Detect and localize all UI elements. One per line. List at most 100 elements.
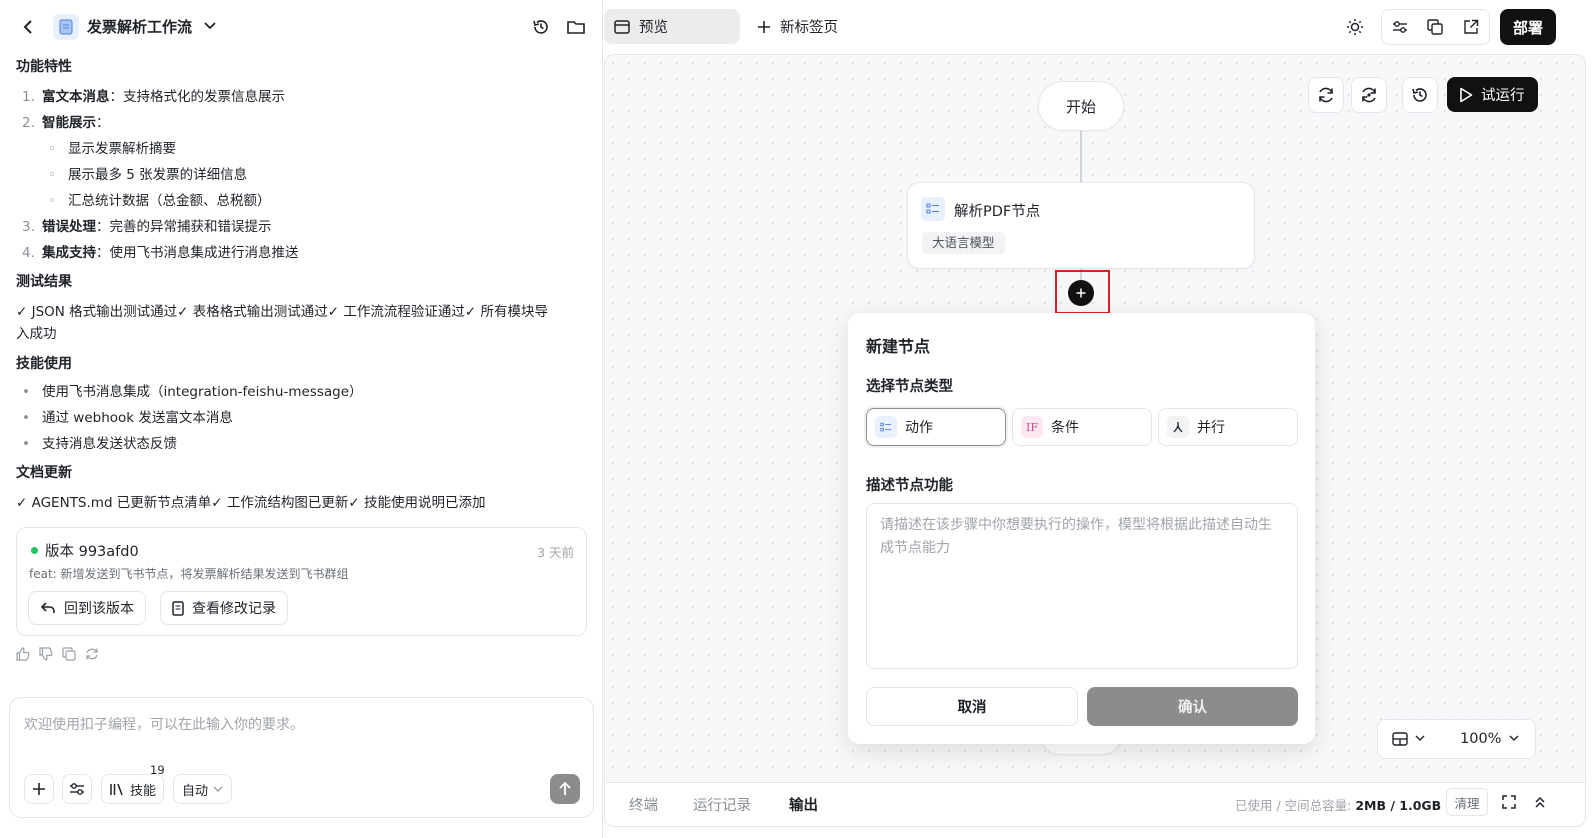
version-time: 3 天前: [537, 545, 574, 560]
status-dot: [31, 547, 38, 554]
test-result-cont: 入成功: [16, 326, 57, 342]
collapse-up-icon[interactable]: [1534, 795, 1546, 809]
copy-icon[interactable]: [62, 645, 76, 663]
type-condition-button[interactable]: IF 条件: [1012, 408, 1152, 446]
sync-icon: [1360, 86, 1378, 104]
list-icon: [921, 197, 945, 221]
sliders-icon[interactable]: [1392, 20, 1408, 34]
zoom-level[interactable]: 100%: [1460, 731, 1501, 747]
send-button[interactable]: [550, 774, 580, 804]
feature-item: 3. 错误处理：完善的异常捕获和错误提示: [22, 219, 272, 235]
back-icon[interactable]: [18, 17, 38, 37]
browser-window-icon: [614, 19, 630, 34]
skill-item: • 使用飞书消息集成（integration-feishu-message）: [22, 384, 363, 400]
clear-button[interactable]: 清理: [1446, 788, 1488, 816]
feature-item: 2. 智能展示：: [22, 115, 110, 131]
external-link-icon[interactable]: [1463, 19, 1479, 35]
list-icon: [875, 416, 897, 438]
tab-run-log[interactable]: 运行记录: [693, 794, 751, 815]
version-desc: feat: 新增发送到飞书节点，将发票解析结果发送到飞书群组: [29, 567, 349, 581]
layout-icon[interactable]: [1392, 732, 1408, 746]
skills-heading: 技能使用: [16, 356, 72, 372]
chevron-down-icon: [213, 786, 223, 792]
desc-label: 描述节点功能: [866, 478, 953, 494]
type-action-button[interactable]: 动作: [866, 408, 1006, 446]
version-card: 版本 993afd0 3 天前 feat: 新增发送到飞书节点，将发票解析结果发…: [16, 527, 587, 636]
undo-icon: [40, 601, 56, 615]
add-attachment-button[interactable]: [24, 774, 54, 804]
header-tool-group: [1381, 9, 1490, 45]
desc-textarea[interactable]: 请描述在该步骤中你想要执行的操作，模型将根据此描述自动生成节点能力: [866, 503, 1298, 669]
chat-panel: 发票解析工作流 功能特性 1. 富文本消息：支持格式化的发票信息展示 2. 智能展示…: [0, 0, 603, 838]
view-changelog-button[interactable]: 查看修改记录: [160, 591, 288, 625]
confirm-button[interactable]: 确认: [1087, 687, 1298, 726]
thumbs-up-icon[interactable]: [16, 645, 30, 663]
sync-button[interactable]: [1351, 77, 1387, 113]
plus-icon: [1076, 288, 1086, 298]
plus-icon: [757, 20, 771, 34]
settings-sliders-button[interactable]: [62, 774, 92, 804]
version-label: 版本 993afd0: [45, 544, 139, 560]
feature-item: 4. 集成支持：使用飞书消息集成进行消息推送: [22, 245, 299, 261]
fullscreen-icon[interactable]: [1502, 795, 1516, 809]
library-icon: [109, 783, 125, 796]
type-label: 选择节点类型: [866, 379, 953, 395]
skill-item: • 通过 webhook 发送富文本消息: [22, 410, 233, 426]
thumbs-down-icon[interactable]: [39, 645, 53, 663]
history-icon: [1411, 86, 1429, 104]
workflow-canvas[interactable]: 试运行 开始 解析PDF节点 大语言模型 新建节点 选择节点类型 动作 IF 条…: [604, 54, 1586, 827]
deploy-button[interactable]: 部署: [1500, 9, 1556, 45]
skills-count-badge: 19: [150, 763, 165, 777]
copy-icon[interactable]: [1427, 19, 1444, 35]
composer-input[interactable]: 欢迎使用扣子编程，可以在此输入你的要求。: [24, 714, 304, 734]
skill-item: • 支持消息发送状态反馈: [22, 436, 177, 452]
document-icon: [172, 600, 184, 616]
add-node-button[interactable]: [1068, 280, 1094, 306]
refresh-icon: [1317, 86, 1335, 104]
start-node[interactable]: 开始: [1038, 81, 1124, 131]
sun-icon[interactable]: [1345, 17, 1365, 37]
bottom-panel: 终端 运行记录 输出 已使用 / 空间总容量: 2MB / 1.0GB 清理: [605, 782, 1585, 826]
new-node-dialog: 新建节点 选择节点类型 动作 IF 条件 并行 描述节点功能 请描述在该步骤中你…: [848, 313, 1315, 744]
edge: [1080, 131, 1082, 183]
storage-usage: 已使用 / 空间总容量: 2MB / 1.0GB: [1235, 798, 1442, 813]
left-header: 发票解析工作流: [0, 0, 603, 54]
pdf-node[interactable]: 解析PDF节点 大语言模型: [907, 182, 1255, 269]
regenerate-icon[interactable]: [85, 645, 99, 663]
skills-button[interactable]: 技能: [101, 774, 165, 804]
workflow-title[interactable]: 发票解析工作流: [87, 16, 192, 37]
revert-version-button[interactable]: 回到该版本: [28, 591, 146, 625]
docs-heading: 文档更新: [16, 465, 72, 481]
if-icon: IF: [1021, 416, 1043, 438]
arrow-up-icon: [559, 782, 571, 796]
docs-result: ✓ AGENTS.md 已更新节点清单✓ 工作流结构图已更新✓ 技能使用说明已添…: [16, 495, 486, 511]
test-run-button[interactable]: 试运行: [1447, 77, 1538, 112]
node-tag: 大语言模型: [922, 232, 1005, 254]
type-parallel-button[interactable]: 并行: [1158, 408, 1298, 446]
mode-select[interactable]: 自动: [173, 774, 233, 804]
chevron-down-icon[interactable]: [1415, 735, 1425, 741]
message-actions: [16, 645, 99, 663]
sub-item: ◦ 显示发票解析摘要: [48, 141, 176, 157]
chevron-down-icon[interactable]: [1509, 735, 1519, 741]
tab-output[interactable]: 输出: [789, 794, 818, 815]
folder-icon[interactable]: [566, 17, 586, 37]
tab-terminal[interactable]: 终端: [629, 794, 658, 815]
tab-preview[interactable]: 预览: [604, 9, 740, 44]
cancel-button[interactable]: 取消: [866, 687, 1078, 726]
dialog-title: 新建节点: [866, 337, 931, 356]
history-icon[interactable]: [531, 17, 551, 37]
chat-messages: 功能特性 1. 富文本消息：支持格式化的发票信息展示 2. 智能展示： ◦ 显示发票解…: [16, 54, 596, 514]
run-history-button[interactable]: [1402, 77, 1438, 113]
test-heading: 测试结果: [16, 274, 72, 290]
test-result: ✓ JSON 格式输出测试通过✓ 表格格式输出测试通过✓ 工作流流程验证通过✓ …: [16, 304, 548, 320]
features-heading: 功能特性: [16, 59, 72, 75]
refresh-button[interactable]: [1308, 77, 1344, 113]
workflow-icon: [53, 14, 79, 40]
sliders-icon: [69, 782, 85, 796]
play-icon: [1459, 87, 1473, 103]
chevron-down-icon[interactable]: [202, 18, 218, 34]
branch-icon: [1167, 416, 1189, 438]
sub-item: ◦ 展示最多 5 张发票的详细信息: [48, 167, 248, 183]
tab-new[interactable]: 新标签页: [757, 9, 838, 44]
